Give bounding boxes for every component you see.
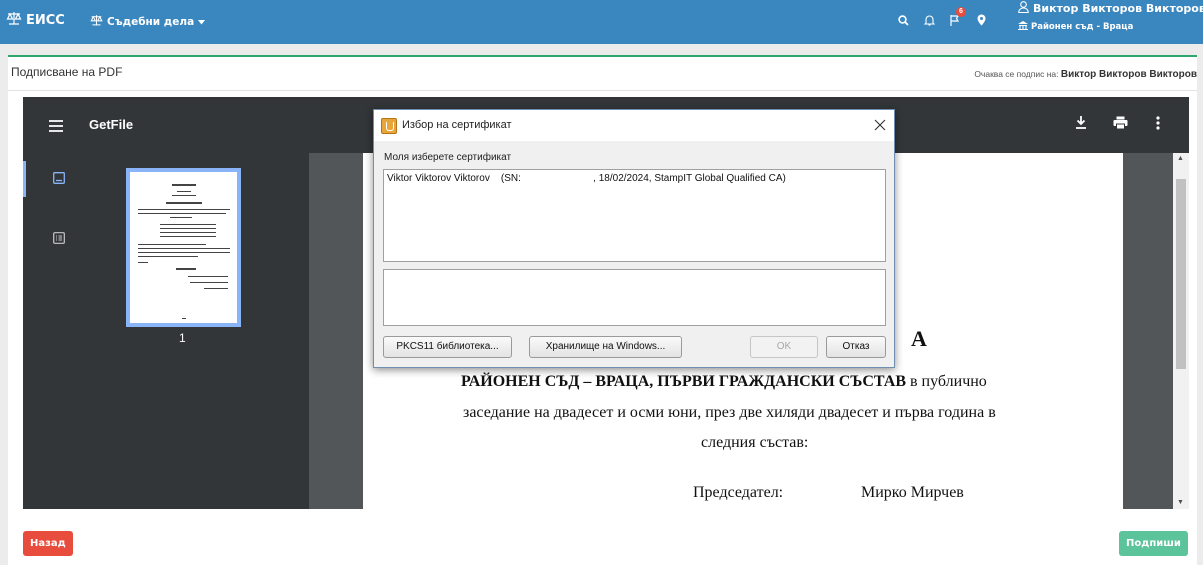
scroll-up-arrow-icon[interactable]: ▲ bbox=[1177, 155, 1184, 162]
document-outline-icon[interactable] bbox=[53, 231, 65, 249]
bell-icon bbox=[923, 13, 935, 31]
windows-store-button[interactable]: Хранилище на Windows... bbox=[529, 336, 682, 358]
dialog-title: Избор на сертификат bbox=[402, 119, 512, 131]
java-icon bbox=[381, 118, 397, 134]
scroll-down-arrow-icon[interactable]: ▼ bbox=[1177, 499, 1184, 506]
certificate-list-item[interactable]: Viktor Viktorov Viktorov (SN: , 18/02/20… bbox=[387, 173, 786, 184]
document-line-1-rest: в публично bbox=[906, 373, 987, 390]
dialog-titlebar[interactable]: Избор на сертификат bbox=[374, 110, 894, 141]
chair-label: Председател: bbox=[693, 484, 784, 501]
print-icon[interactable] bbox=[1113, 116, 1128, 135]
brand-label: ЕИСС bbox=[26, 12, 65, 28]
user-court-name: Районен съд - Враца bbox=[1031, 22, 1134, 32]
thumbnail-sidebar: 1 bbox=[23, 153, 309, 509]
panel-divider bbox=[8, 90, 1197, 91]
chair-name: Мирко Мирчев bbox=[861, 484, 964, 501]
viewer-file-title: GetFile bbox=[89, 117, 134, 132]
location-button[interactable] bbox=[968, 12, 994, 32]
close-icon[interactable] bbox=[874, 115, 886, 136]
court-composition: РАЙОНЕН СЪД – ВРАЦА, ПЪРВИ ГРАЖДАНСКИ СЪ… bbox=[461, 373, 906, 390]
page-thumbnail[interactable] bbox=[126, 168, 241, 327]
flags-button[interactable]: 6 bbox=[942, 7, 968, 32]
document-line-3: следния състав: bbox=[701, 434, 809, 451]
user-name: Виктор Викторов Викторов bbox=[1033, 2, 1203, 15]
download-icon[interactable] bbox=[1075, 116, 1087, 135]
notification-badge: 6 bbox=[956, 7, 966, 17]
caret-down-icon bbox=[198, 16, 206, 28]
awaiting-signature-info: Очаква се подпис на: Виктор Викторов Вик… bbox=[974, 69, 1197, 80]
map-marker-icon bbox=[977, 13, 986, 31]
awaiting-label: Очаква се подпис на: bbox=[974, 69, 1061, 79]
scrollbar-thumb[interactable] bbox=[1176, 179, 1186, 369]
cases-menu-label: Съдебни дела bbox=[107, 15, 195, 28]
court-building-icon bbox=[1018, 21, 1028, 33]
more-options-icon[interactable] bbox=[1156, 116, 1160, 135]
cases-menu[interactable]: Съдебни дела bbox=[90, 14, 206, 29]
document-heading: А bbox=[911, 326, 927, 351]
scales-icon bbox=[90, 14, 103, 29]
certificate-dialog: Избор на сертификат Моля изберете сертиф… bbox=[373, 109, 895, 368]
sign-button[interactable]: Подпиши bbox=[1119, 531, 1188, 556]
dialog-prompt: Моля изберете сертификат bbox=[384, 152, 512, 163]
notifications-button[interactable] bbox=[916, 12, 942, 32]
viewer-scrollbar[interactable]: ▲ ▼ bbox=[1173, 153, 1189, 509]
search-icon bbox=[897, 13, 909, 31]
certificate-list[interactable]: Viktor Viktorov Viktorov (SN: , 18/02/20… bbox=[383, 169, 886, 262]
user-icon bbox=[1018, 1, 1029, 16]
page-title: Подписване на PDF bbox=[11, 65, 123, 79]
back-button[interactable]: Назад bbox=[23, 531, 73, 556]
ok-button[interactable]: OK bbox=[750, 336, 818, 358]
top-navbar: ЕИСС Съдебни дела 6 Виктор Викторов Викт… bbox=[0, 0, 1203, 44]
thumbnail-page-number: 1 bbox=[179, 331, 186, 345]
search-button[interactable] bbox=[890, 12, 916, 32]
document-line-2: заседание на двадесет и осми юни, през д… bbox=[463, 404, 996, 421]
menu-icon[interactable] bbox=[49, 119, 63, 137]
brand-link[interactable]: ЕИСС bbox=[6, 11, 65, 29]
document-line-1: РАЙОНЕН СЪД – ВРАЦА, ПЪРВИ ГРАЖДАНСКИ СЪ… bbox=[461, 373, 987, 391]
thumbnails-view-icon[interactable] bbox=[53, 171, 65, 189]
cancel-button[interactable]: Отказ bbox=[826, 336, 886, 358]
awaiting-signer-name: Виктор Викторов Викторов bbox=[1060, 69, 1197, 80]
active-rail-indicator bbox=[23, 161, 26, 197]
pkcs11-library-button[interactable]: PKCS11 библиотека... bbox=[383, 336, 512, 358]
certificate-details-box bbox=[383, 269, 886, 326]
scales-icon bbox=[6, 11, 22, 29]
